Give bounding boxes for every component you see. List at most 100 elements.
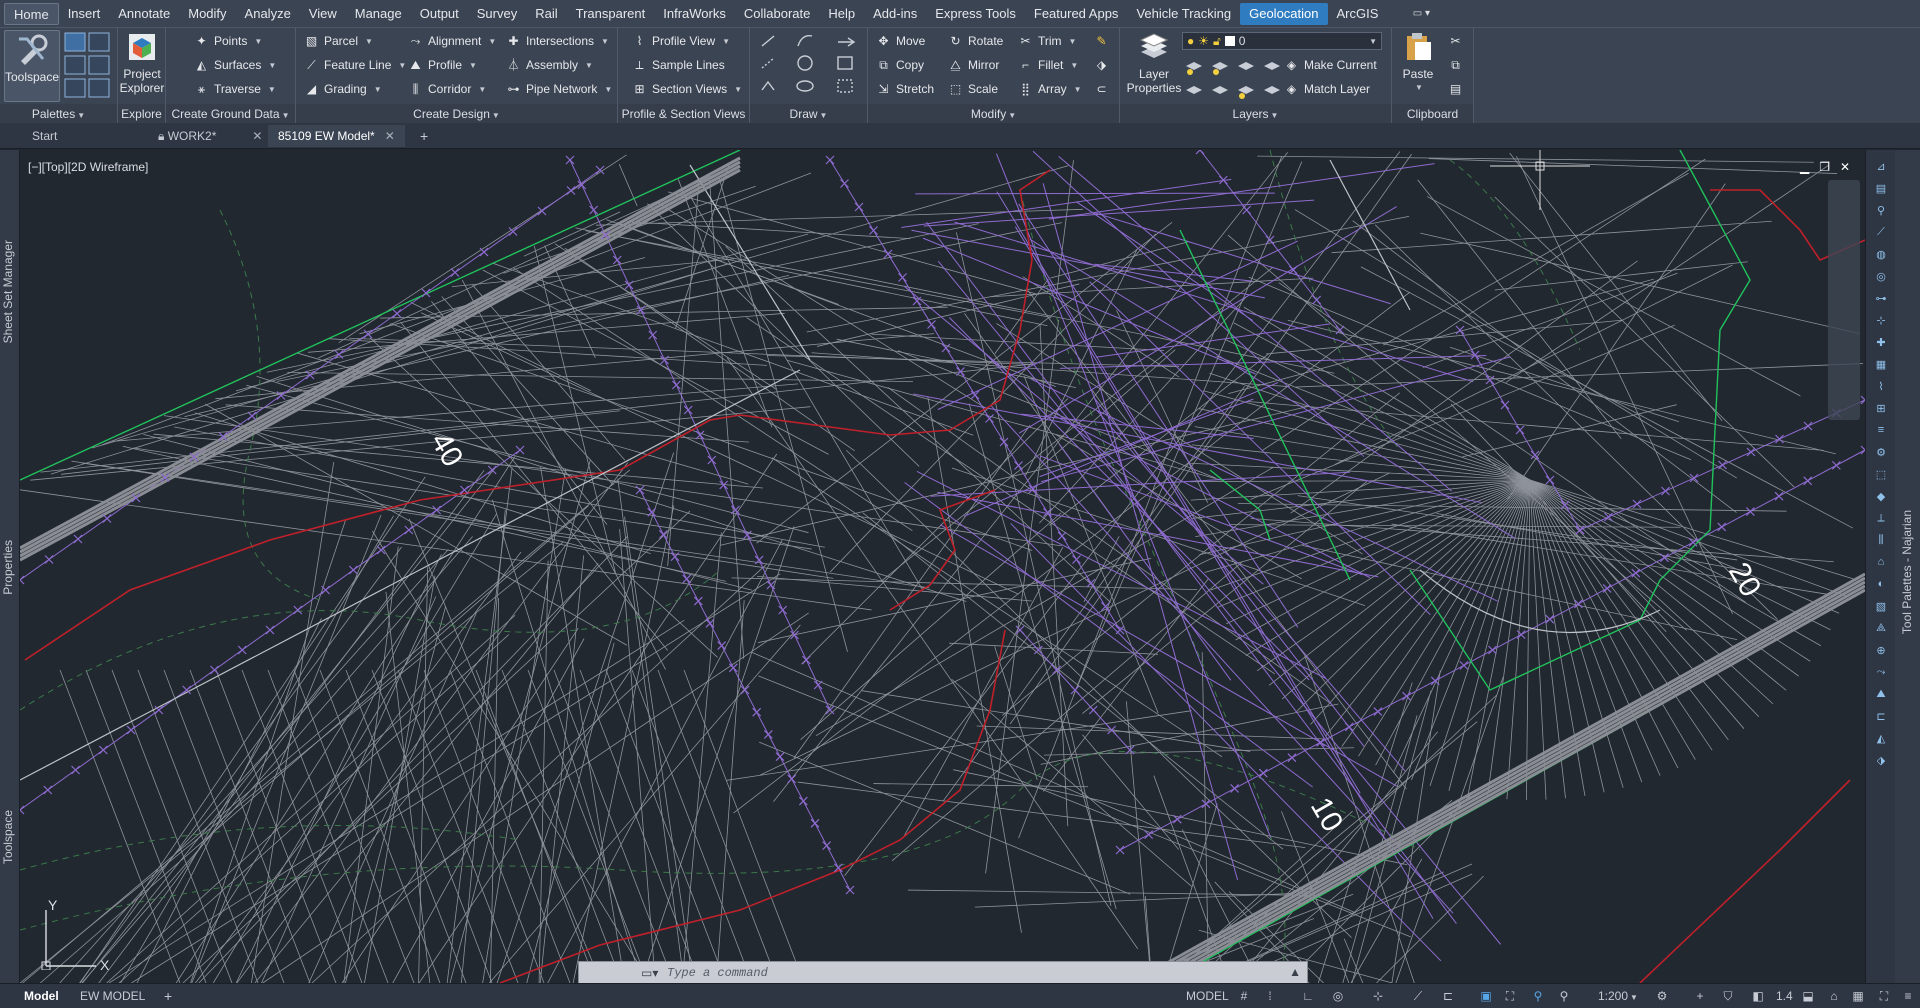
tab-collaborate[interactable]: Collaborate [735, 3, 820, 25]
erase-button[interactable]: ✎ [1094, 31, 1109, 51]
minimize-icon[interactable]: ▁ [1800, 160, 1809, 174]
ground-icon[interactable]: ⌂ [1826, 988, 1842, 1004]
drawing-canvas[interactable]: 40 20 10 [20, 150, 1865, 983]
tool-palette-tool-icon[interactable]: ⊞ [1874, 402, 1888, 416]
tab-add-ins[interactable]: Add-ins [864, 3, 926, 25]
ortho-icon[interactable]: ∟ [1300, 988, 1316, 1004]
tool-palette-tool-icon[interactable]: ⊕ [1874, 644, 1888, 658]
draw-panel-title[interactable]: Draw ▼ [750, 104, 867, 124]
tool-palette-tool-icon[interactable]: ▧ [1874, 600, 1888, 614]
draw-tools[interactable] [758, 32, 864, 96]
tool-palette-tool-icon[interactable]: ⬗ [1874, 754, 1888, 768]
create-design-title[interactable]: Create Design ▼ [296, 104, 617, 124]
toolspace-tab[interactable]: Toolspace [1, 810, 15, 864]
annotation-scale-dropdown[interactable]: 1:200 ▼ [1598, 988, 1638, 1004]
toolspace-button[interactable]: Toolspace [4, 30, 60, 102]
match-properties-button[interactable]: ▤ [1448, 79, 1463, 99]
tab-model[interactable]: Model [16, 987, 67, 1006]
array-button[interactable]: ⣿ Array ▼ [1018, 79, 1082, 99]
scale-button[interactable]: ⬚ Scale [948, 79, 998, 99]
close-icon[interactable]: ✕ [252, 129, 262, 143]
tool-palette-tool-icon[interactable]: ⟋ [1874, 226, 1888, 240]
create-ground-data-title[interactable]: Create Ground Data ▼ [166, 104, 295, 124]
tool-palette-tool-icon[interactable]: ◎ [1874, 270, 1888, 284]
tool-palette-tool-icon[interactable]: ⌂ [1874, 556, 1888, 570]
command-line[interactable]: ▭▾ Type a command ▲ [578, 961, 1308, 985]
close-icon[interactable]: ✕ [1840, 160, 1850, 174]
mirror-button[interactable]: ⧋ Mirror [948, 55, 999, 75]
tool-palette-tool-icon[interactable]: ⟁ [1874, 622, 1888, 636]
tool-palette-tool-icon[interactable]: ◍ [1874, 248, 1888, 262]
traverse-button[interactable]: ⚹ Traverse ▼ [194, 79, 276, 99]
clean-screen-icon[interactable]: ⬓ [1800, 988, 1816, 1004]
tab-ew-model-layout[interactable]: EW MODEL [72, 987, 153, 1006]
chevron-up-icon[interactable]: ▲ [1289, 965, 1301, 979]
palettes-panel-title[interactable]: Palettes ▼ [0, 104, 117, 124]
fillet-button[interactable]: ⌐ Fillet ▼ [1018, 55, 1078, 75]
rotate-button[interactable]: ↻ Rotate [948, 31, 1003, 51]
restore-icon[interactable]: ❐ [1819, 160, 1830, 174]
annotation-autoscale-icon[interactable]: ⚲ [1530, 988, 1546, 1004]
tab-rail[interactable]: Rail [526, 3, 566, 25]
snap-icon[interactable]: ⁞ [1262, 988, 1278, 1004]
menu-icon[interactable]: ≡ [1900, 988, 1916, 1004]
trim-button[interactable]: ✂ Trim ▼ [1018, 31, 1076, 51]
tool-palette-tool-icon[interactable]: ⤳ [1874, 666, 1888, 680]
add-icon[interactable]: + [1692, 988, 1708, 1004]
tab-arcgis[interactable]: ArcGIS [1328, 3, 1388, 25]
model-space-toggle[interactable]: MODEL [1186, 988, 1229, 1004]
viewport-controls-label[interactable]: [−][Top][2D Wireframe] [28, 160, 148, 174]
tool-palette-tool-icon[interactable]: ▤ [1874, 182, 1888, 196]
polar-icon[interactable]: ◎ [1330, 988, 1346, 1004]
copy-clip-button[interactable]: ⧉ [1448, 55, 1463, 75]
tab-survey[interactable]: Survey [468, 3, 526, 25]
stretch-button[interactable]: ⇲ Stretch [876, 79, 934, 99]
sheet-set-manager-tab[interactable]: Sheet Set Manager [1, 240, 15, 343]
copy-button[interactable]: ⧉ Copy [876, 55, 924, 75]
tab-manage[interactable]: Manage [346, 3, 411, 25]
tool-palettes-tab[interactable]: Tool Palettes - Najarian [1900, 510, 1914, 634]
profile-view-button[interactable]: ⌇ Profile View ▼ [632, 31, 731, 51]
tab-infraworks[interactable]: InfraWorks [654, 3, 735, 25]
transparency-icon[interactable]: ⊏ [1440, 988, 1456, 1004]
tool-palette-tool-icon[interactable]: ⌇ [1874, 380, 1888, 394]
tab-insert[interactable]: Insert [59, 3, 110, 25]
section-views-button[interactable]: ⊞ Section Views ▼ [632, 79, 742, 99]
tab-work2[interactable]: 🔒︎ WORK2* ✕ [148, 125, 272, 147]
palette-toggle-icons[interactable] [64, 32, 112, 98]
close-icon[interactable]: ✕ [385, 129, 395, 143]
tool-palette-tool-icon[interactable]: ⊹ [1874, 314, 1888, 328]
tool-palette-tool-icon[interactable]: ⊏ [1874, 710, 1888, 724]
tool-palette-tool-icon[interactable]: ◆ [1874, 490, 1888, 504]
alignment-button[interactable]: ⤳ Alignment ▼ [408, 31, 497, 51]
tab-view[interactable]: View [300, 3, 346, 25]
layers-panel-title[interactable]: Layers ▼ [1120, 104, 1391, 124]
workspace-switch-button[interactable]: ▭ ▾ [1407, 5, 1435, 23]
explode-button[interactable]: ⬗ [1094, 55, 1109, 75]
project-explorer-button[interactable]: Project Explorer [120, 30, 164, 95]
add-layout-button[interactable]: + [156, 987, 180, 1006]
tool-palette-tool-icon[interactable]: ⛰ [1874, 688, 1888, 702]
tool-palette-tool-icon[interactable]: ⬚ [1874, 468, 1888, 482]
tab-express-tools[interactable]: Express Tools [926, 3, 1025, 25]
tool-palette-tool-icon[interactable]: ⊿ [1874, 160, 1888, 174]
tool-palette-tool-icon[interactable]: ◭ [1874, 732, 1888, 746]
gear-icon[interactable]: ⚙ [1654, 988, 1670, 1004]
intersections-button[interactable]: ✚ Intersections ▼ [506, 31, 609, 51]
tab-help[interactable]: Help [819, 3, 864, 25]
pipe-network-button[interactable]: ⊶ Pipe Network ▼ [506, 79, 613, 99]
surfaces-button[interactable]: ◭ Surfaces ▼ [194, 55, 276, 75]
offset-button[interactable]: ⊂ [1094, 79, 1109, 99]
tool-palette-tool-icon[interactable]: ◐ [1874, 578, 1888, 592]
tool-palette-tool-icon[interactable]: ⚲ [1874, 204, 1888, 218]
tab-start[interactable]: Start [22, 125, 67, 147]
tab-geolocation[interactable]: Geolocation [1240, 2, 1328, 25]
grading-button[interactable]: ◢ Grading ▼ [304, 79, 382, 99]
annotation-visibility-icon[interactable]: ⛶ [1502, 988, 1518, 1004]
parcel-button[interactable]: ▧ Parcel ▼ [304, 31, 373, 51]
sample-lines-button[interactable]: ⟂ Sample Lines [632, 55, 724, 75]
model-space-drawing[interactable]: 40 20 10 [20, 150, 1865, 983]
tool-palette-tool-icon[interactable]: ⟂ [1874, 512, 1888, 526]
fullscreen-icon[interactable]: ⛶ [1876, 988, 1892, 1004]
tab-modify[interactable]: Modify [179, 3, 235, 25]
